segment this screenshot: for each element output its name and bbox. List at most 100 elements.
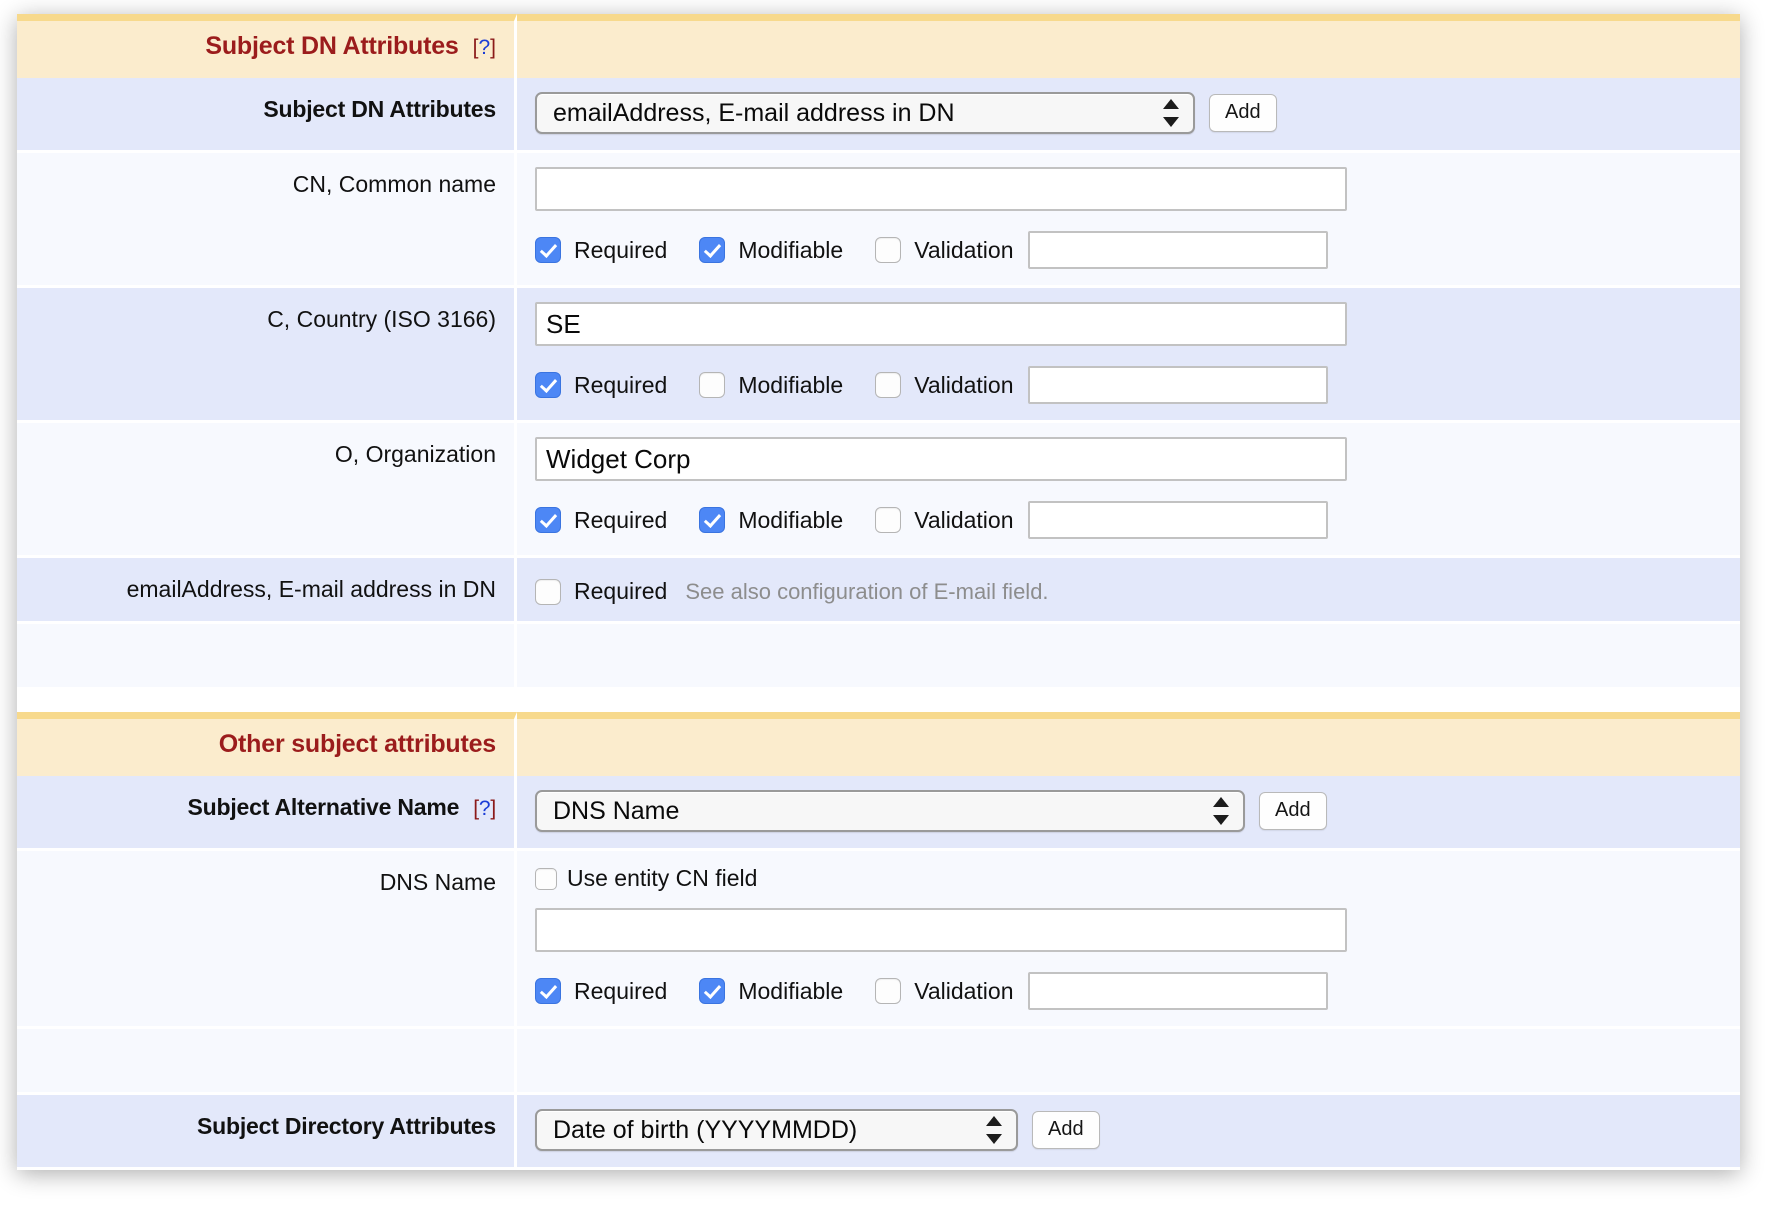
subject-alternative-name-select[interactable]: DNS Name — [535, 790, 1245, 832]
country-validation-input[interactable] — [1028, 366, 1328, 404]
subject-dn-attributes-select-value: emailAddress, E-mail address in DN — [553, 99, 955, 127]
label-dns-name: DNS Name — [17, 851, 517, 1029]
dns-modifiable-checkbox[interactable] — [699, 978, 725, 1004]
o-organization-input[interactable] — [535, 437, 1347, 481]
cn-modifiable-checkbox[interactable] — [699, 237, 725, 263]
cn-validation-input[interactable] — [1028, 231, 1328, 269]
use-entity-cn-row[interactable]: Use entity CN field — [535, 865, 1740, 892]
san-help-bracket-close: ] — [490, 797, 496, 820]
cn-validation-checkbox[interactable] — [875, 237, 901, 263]
country-modifiable-label: Modifiable — [738, 372, 843, 399]
subject-alternative-name-text: Subject Alternative Name — [188, 794, 460, 820]
row-subject-dn-attributes-selector: Subject DN Attributes emailAddress, E-ma… — [17, 78, 1740, 153]
subject-attributes-form: Subject DN Attributes [?] Subject DN Attr… — [17, 14, 1740, 1170]
help-link-subject-alternative-name[interactable]: [?] — [473, 797, 496, 820]
row-dns-name: DNS Name Use entity CN field Required Mo… — [17, 851, 1740, 1029]
field-subject-alternative-name: DNS Name Add — [517, 776, 1740, 851]
label-subject-directory-attributes: Subject Directory Attributes — [17, 1095, 517, 1170]
label-subject-dn-attributes: Subject DN Attributes — [17, 78, 517, 153]
dns-validation-group[interactable]: Validation — [875, 972, 1327, 1010]
row-cn-common-name: CN, Common name Required Modifiable Vali… — [17, 153, 1740, 288]
help-bracket-close: ] — [490, 36, 496, 59]
field-email-address: Required See also configuration of E-mai… — [517, 558, 1740, 624]
org-required-group[interactable]: Required — [535, 507, 667, 534]
country-required-label: Required — [574, 372, 667, 399]
subject-directory-attributes-select[interactable]: Date of birth (YYYYMMDD) — [535, 1109, 1018, 1151]
field-dns-name: Use entity CN field Required Modifiable … — [517, 851, 1740, 1029]
org-validation-label: Validation — [914, 507, 1013, 534]
dns-required-group[interactable]: Required — [535, 978, 667, 1005]
cn-validation-label: Validation — [914, 237, 1013, 264]
section-header-label-cell: Subject DN Attributes [?] — [17, 14, 517, 78]
org-modifiable-label: Modifiable — [738, 507, 843, 534]
section1-filler-field — [517, 624, 1740, 690]
org-required-checkbox[interactable] — [535, 507, 561, 533]
field-subject-dn-attributes: emailAddress, E-mail address in DN Add — [517, 78, 1740, 153]
section-header-spacer-cell — [517, 14, 1740, 78]
cn-validation-group[interactable]: Validation — [875, 231, 1327, 269]
cn-modifiable-group[interactable]: Modifiable — [699, 237, 843, 264]
country-modifiable-group[interactable]: Modifiable — [699, 372, 843, 399]
cn-common-name-options: Required Modifiable Validation — [535, 231, 1740, 269]
dns-name-options: Required Modifiable Validation — [535, 972, 1740, 1010]
row-section2-filler — [17, 1029, 1740, 1095]
email-required-group[interactable]: Required See also configuration of E-mai… — [535, 578, 1049, 605]
country-required-group[interactable]: Required — [535, 372, 667, 399]
subject-directory-attributes-select-value: Date of birth (YYYYMMDD) — [553, 1116, 857, 1144]
use-entity-cn-checkbox[interactable] — [535, 868, 557, 890]
subject-alternative-name-select-wrap: DNS Name Add — [535, 790, 1327, 832]
section-gap — [17, 690, 1740, 712]
section2-filler-label — [17, 1029, 517, 1095]
cn-required-label: Required — [574, 237, 667, 264]
section-title-other-subject-attributes: Other subject attributes — [219, 730, 496, 758]
use-entity-cn-label: Use entity CN field — [567, 865, 757, 892]
org-modifiable-checkbox[interactable] — [699, 507, 725, 533]
subject-dn-attributes-select[interactable]: emailAddress, E-mail address in DN — [535, 92, 1195, 134]
country-validation-label: Validation — [914, 372, 1013, 399]
country-required-checkbox[interactable] — [535, 372, 561, 398]
dns-name-input[interactable] — [535, 908, 1347, 952]
c-country-input[interactable] — [535, 302, 1347, 346]
section-header-other-subject-attributes: Other subject attributes — [17, 712, 1740, 776]
cn-required-group[interactable]: Required — [535, 237, 667, 264]
section2-header-spacer-cell — [517, 712, 1740, 776]
org-modifiable-group[interactable]: Modifiable — [699, 507, 843, 534]
dns-validation-checkbox[interactable] — [875, 978, 901, 1004]
dns-required-checkbox[interactable] — [535, 978, 561, 1004]
cn-required-checkbox[interactable] — [535, 237, 561, 263]
org-validation-input[interactable] — [1028, 501, 1328, 539]
add-subject-alternative-name-button[interactable]: Add — [1259, 792, 1327, 830]
country-validation-checkbox[interactable] — [875, 372, 901, 398]
form-page: Subject DN Attributes [?] Subject DN Attr… — [17, 14, 1740, 1170]
add-subject-directory-attribute-button[interactable]: Add — [1032, 1111, 1100, 1149]
section2-header-label-cell: Other subject attributes — [17, 712, 517, 776]
add-subject-dn-attribute-button[interactable]: Add — [1209, 94, 1277, 132]
field-c-country: Required Modifiable Validation — [517, 288, 1740, 423]
cn-common-name-input[interactable] — [535, 167, 1347, 211]
chevron-updown-icon — [1213, 797, 1229, 825]
section-header-subject-dn-attributes: Subject DN Attributes [?] — [17, 14, 1740, 78]
c-country-options: Required Modifiable Validation — [535, 366, 1740, 404]
cn-modifiable-label: Modifiable — [738, 237, 843, 264]
dns-validation-input[interactable] — [1028, 972, 1328, 1010]
page-title: Subject DN Attributes — [205, 32, 458, 60]
help-link-subject-dn-attributes[interactable]: [?] — [473, 36, 496, 59]
row-subject-alternative-name-selector: Subject Alternative Name [?] DNS Name Add — [17, 776, 1740, 851]
email-required-checkbox[interactable] — [535, 579, 561, 605]
chevron-updown-icon — [1163, 99, 1179, 127]
row-email-address: emailAddress, E-mail address in DN Requi… — [17, 558, 1740, 624]
org-validation-checkbox[interactable] — [875, 507, 901, 533]
row-c-country: C, Country (ISO 3166) Required Modifiabl… — [17, 288, 1740, 423]
row-subject-directory-attributes: Subject Directory Attributes Date of bir… — [17, 1095, 1740, 1170]
country-modifiable-checkbox[interactable] — [699, 372, 725, 398]
help-question-mark: ? — [478, 36, 490, 59]
email-required-label: Required — [574, 578, 667, 605]
dns-modifiable-label: Modifiable — [738, 978, 843, 1005]
section2-filler-field — [517, 1029, 1740, 1095]
label-c-country: C, Country (ISO 3166) — [17, 288, 517, 423]
country-validation-group[interactable]: Validation — [875, 366, 1327, 404]
dns-required-label: Required — [574, 978, 667, 1005]
row-o-organization: O, Organization Required Modifiable Vali… — [17, 423, 1740, 558]
dns-modifiable-group[interactable]: Modifiable — [699, 978, 843, 1005]
org-validation-group[interactable]: Validation — [875, 501, 1327, 539]
